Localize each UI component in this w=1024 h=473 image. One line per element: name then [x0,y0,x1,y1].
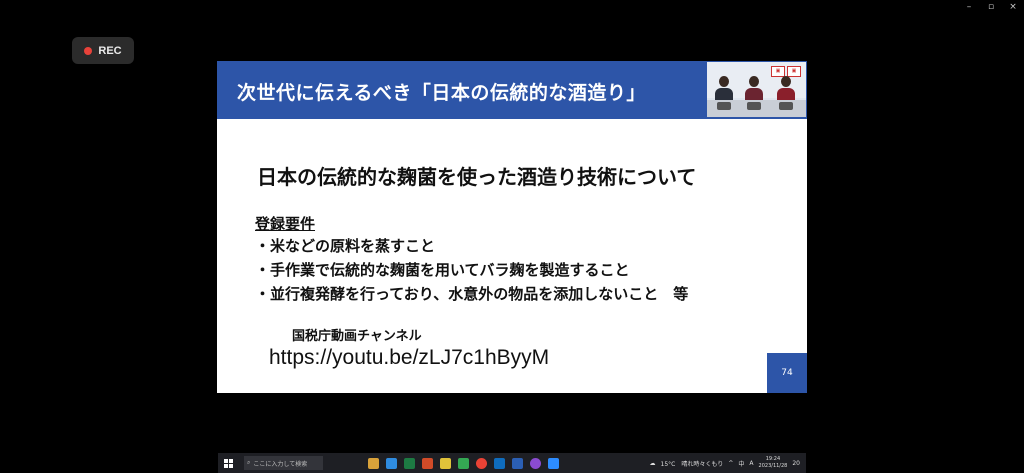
shared-slide: 次世代に伝えるべき「日本の伝統的な酒造り」 ▣ ▣ 日本の伝統的な麹菌を使った酒… [217,61,807,393]
taskbar-search[interactable]: ⌕ ここに入力して検索 [244,456,323,470]
recording-indicator[interactable]: REC [72,37,134,64]
participant-avatar [745,76,763,102]
ime-mode-indicator[interactable]: A [749,460,753,467]
windows-icon [223,458,233,468]
recording-label: REC [98,44,122,57]
taskbar-apps [368,457,559,469]
chrome-icon[interactable] [476,457,487,469]
requirements-title: 登録要件 [255,215,316,233]
taskbar: ⌕ ここに入力して検索 ☁ 15°C 晴れ時々くもり ^ 中 A 19:24 2… [218,453,806,473]
list-item: ・手作業で伝統的な麹菌を用いてバラ麹を製造すること [255,261,630,279]
participant-avatar [777,76,795,102]
start-button[interactable] [218,453,238,473]
outlook-icon[interactable] [494,457,505,469]
page-number: 74 [781,368,793,378]
powerpoint-icon[interactable] [422,457,433,469]
speaker-video-thumbnail[interactable]: ▣ ▣ [707,62,806,117]
channel-label: 国税庁動画チャンネル [292,329,422,344]
slide-heading: 日本の伝統的な麹菌を使った酒造り技術について [257,165,697,189]
maximize-button[interactable]: ▫ [980,0,1002,14]
laptop-icon [779,102,793,110]
requirements-list: ・米などの原料を蒸すこと ・手作業で伝統的な麹菌を用いてバラ麹を製造すること ・… [255,235,688,307]
notification-badge[interactable]: 20 [792,460,800,467]
weather-text[interactable]: 15°C 晴れ時々くもり [661,459,724,468]
media-icon[interactable] [530,457,541,469]
window-controls: – ▫ × [958,0,1024,14]
search-placeholder: ここに入力して検索 [253,460,308,468]
search-icon: ⌕ [247,459,251,466]
ime-indicator[interactable]: 中 [738,459,744,468]
laptop-icon [747,102,761,110]
browser-icon[interactable] [458,457,469,469]
weather-icon[interactable]: ☁ [650,460,656,467]
excel-icon[interactable] [404,457,415,469]
close-button[interactable]: × [1002,0,1024,14]
notes-icon[interactable] [440,457,451,469]
minimize-button[interactable]: – [958,0,980,14]
list-item: ・米などの原料を蒸すこと [255,237,436,255]
clock-date: 2023/11/28 [758,463,788,469]
clock-time: 19:24 [765,456,781,462]
zoom-icon[interactable] [548,457,559,469]
slide-title: 次世代に伝えるべき「日本の伝統的な酒造り」 [237,82,646,104]
word-icon[interactable] [512,457,523,469]
page-number-box: 74 [767,353,807,393]
edge-icon[interactable] [386,457,397,469]
participant-avatar [715,76,733,102]
chevron-up-icon[interactable]: ^ [728,460,733,467]
video-url: https://youtu.be/zLJ7c1hByyM [269,346,550,369]
laptop-icon [717,102,731,110]
record-dot-icon [84,46,93,55]
explorer-icon[interactable] [368,457,379,469]
clock[interactable]: 19:24 2023/11/28 [759,456,788,470]
system-tray: ☁ 15°C 晴れ時々くもり ^ 中 A 19:24 2023/11/28 20 [650,456,806,470]
list-item: ・並行複発酵を行っており、水意外の物品を添加しないこと 等 [255,285,689,303]
slide-header: 次世代に伝えるべき「日本の伝統的な酒造り」 ▣ ▣ [217,61,807,119]
